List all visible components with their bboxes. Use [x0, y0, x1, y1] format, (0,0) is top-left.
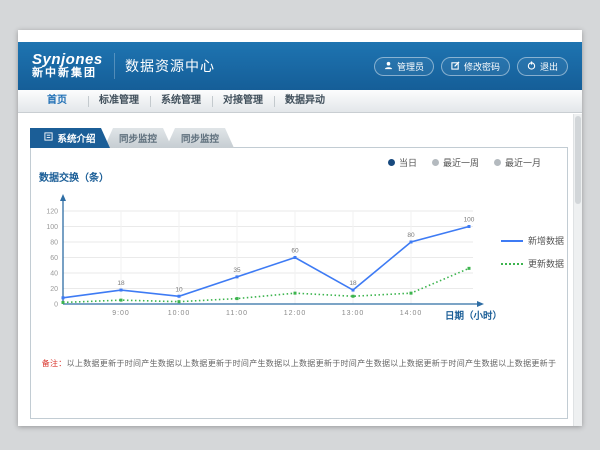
svg-text:11:00: 11:00 — [226, 310, 248, 317]
logout-button[interactable]: 退出 — [517, 57, 568, 76]
tab-sync-monitor-2[interactable]: 同步监控 — [166, 128, 234, 148]
user-label: 管理员 — [397, 60, 424, 73]
company-logo: Synjones 新中新集团 — [18, 52, 104, 80]
header-divider — [114, 53, 115, 79]
radio-label: 最近一周 — [443, 156, 479, 169]
radio-label: 最近一月 — [505, 156, 541, 169]
legend-item-new-data[interactable]: 新增数据 — [501, 234, 564, 247]
logo-company-name: 新中新集团 — [32, 67, 104, 80]
radio-last-week[interactable]: 最近一周 — [432, 156, 479, 169]
chart-panel: 当日 最近一周 最近一月 数据交换（条） 0 20 40 60 80 100 120 9:00… — [30, 147, 568, 419]
nav-item-system-mgmt[interactable]: 系统管理 — [150, 90, 212, 112]
nav-item-standard-mgmt[interactable]: 标准管理 — [88, 90, 150, 112]
svg-text:14:00: 14:00 — [400, 310, 423, 317]
svg-text:40: 40 — [50, 271, 58, 278]
main-nav: 首页 标准管理 系统管理 对接管理 数据异动 — [18, 90, 582, 113]
radio-dot-icon — [432, 159, 439, 166]
nav-item-home[interactable]: 首页 — [26, 90, 88, 112]
svg-text:13:00: 13:00 — [342, 310, 365, 317]
tab-label: 同步监控 — [119, 131, 157, 145]
svg-text:10:00: 10:00 — [168, 310, 191, 317]
radio-dot-icon — [388, 159, 395, 166]
line-chart: 0 20 40 60 80 100 120 9:00 10:00 11:00 12:00 13:00 1… — [41, 186, 491, 336]
svg-text:120: 120 — [46, 209, 58, 216]
y-axis-title: 数据交换（条） — [39, 169, 109, 184]
footnote-label: 备注： — [42, 359, 67, 368]
svg-text:10: 10 — [175, 286, 183, 293]
legend-item-updated-data[interactable]: 更新数据 — [501, 257, 564, 270]
tab-label: 系统介绍 — [57, 131, 95, 145]
svg-text:35: 35 — [233, 267, 241, 274]
svg-text:20: 20 — [50, 286, 58, 293]
radio-dot-icon — [494, 159, 501, 166]
page-title: 数据资源中心 — [125, 56, 215, 76]
tab-system-intro[interactable]: 系统介绍 — [30, 128, 110, 148]
svg-text:100: 100 — [46, 224, 58, 231]
svg-text:60: 60 — [50, 255, 58, 262]
svg-text:80: 80 — [407, 232, 415, 239]
power-icon — [527, 61, 536, 72]
scrollbar[interactable] — [573, 114, 582, 426]
edit-icon — [451, 61, 460, 72]
document-icon — [44, 132, 53, 144]
radio-today[interactable]: 当日 — [388, 156, 417, 169]
svg-text:18: 18 — [117, 280, 125, 287]
chart-legend: 新增数据 更新数据 — [501, 234, 564, 280]
solid-line-swatch-icon — [501, 240, 523, 242]
nav-item-data-change[interactable]: 数据异动 — [274, 90, 336, 112]
tab-label: 同步监控 — [181, 131, 219, 145]
svg-text:80: 80 — [50, 240, 58, 247]
logo-wordmark: Synjones — [32, 52, 104, 67]
legend-label: 更新数据 — [528, 257, 564, 270]
radio-label: 当日 — [399, 156, 417, 169]
svg-text:9:00: 9:00 — [112, 310, 130, 317]
app-header: Synjones 新中新集团 数据资源中心 管理员 修改密码 退出 — [18, 42, 582, 90]
scrollbar-thumb[interactable] — [575, 116, 581, 204]
header-actions: 管理员 修改密码 退出 — [374, 57, 568, 76]
radio-last-month[interactable]: 最近一月 — [494, 156, 541, 169]
tab-bar: 系统介绍 同步监控 同步监控 — [30, 128, 234, 148]
change-password-label: 修改密码 — [464, 60, 500, 73]
change-password-button[interactable]: 修改密码 — [441, 57, 510, 76]
legend-label: 新增数据 — [528, 234, 564, 247]
tab-sync-monitor-1[interactable]: 同步监控 — [104, 128, 172, 148]
nav-item-interface-mgmt[interactable]: 对接管理 — [212, 90, 274, 112]
user-icon — [384, 61, 393, 72]
footnote: 备注：以上数据更新于时间产生数据以上数据更新于时间产生数据以上数据更新于时间产生… — [31, 358, 567, 369]
dotted-line-swatch-icon — [501, 263, 523, 265]
svg-text:12:00: 12:00 — [284, 310, 307, 317]
svg-text:0: 0 — [54, 302, 58, 309]
footnote-text: 以上数据更新于时间产生数据以上数据更新于时间产生数据以上数据更新于时间产生数据以… — [67, 359, 557, 368]
svg-text:18: 18 — [349, 280, 357, 287]
logout-label: 退出 — [540, 60, 558, 73]
app-window: Synjones 新中新集团 数据资源中心 管理员 修改密码 退出 首页 标准管… — [18, 30, 582, 426]
time-range-filter: 当日 最近一周 最近一月 — [388, 156, 541, 169]
x-axis-title: 日期（小时） — [445, 308, 502, 322]
svg-text:100: 100 — [464, 217, 475, 224]
user-button[interactable]: 管理员 — [374, 57, 434, 76]
svg-text:60: 60 — [291, 248, 299, 255]
